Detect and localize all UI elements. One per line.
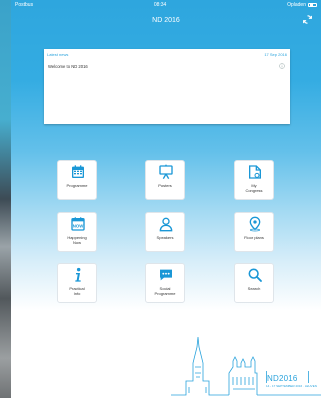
tile-practical-info[interactable]: Practical Info bbox=[57, 263, 97, 303]
tile-label: Search bbox=[247, 286, 261, 291]
info-icon bbox=[75, 267, 81, 282]
refresh-icon[interactable] bbox=[302, 14, 313, 25]
tile-label: Speakers bbox=[156, 235, 174, 240]
search-icon bbox=[248, 268, 262, 282]
nav-bar: ND 2016 bbox=[11, 9, 321, 31]
carrier-label: Postbus bbox=[15, 2, 33, 8]
tile-label: Programme bbox=[66, 183, 88, 188]
svg-text:NOW: NOW bbox=[73, 223, 84, 228]
tile-label: Social Programme bbox=[154, 286, 176, 296]
news-header: Latest news 17 Sep 2016 bbox=[47, 52, 287, 58]
clock: 08:34 bbox=[153, 1, 167, 8]
tile-speakers[interactable]: Speakers bbox=[145, 212, 185, 252]
app-window: Postbus 08:34 Opladen ND 2016 Latest new… bbox=[11, 0, 321, 398]
tile-label: Practical Info bbox=[69, 286, 85, 296]
carrier-text: Postbus bbox=[15, 1, 34, 8]
chat-icon bbox=[160, 269, 172, 281]
news-card[interactable]: Latest news 17 Sep 2016 Welcome to ND 20… bbox=[44, 49, 290, 124]
news-date: 17 Sep 2016 bbox=[264, 52, 287, 57]
battery-icon bbox=[308, 2, 317, 7]
event-logo: ND2016 bbox=[267, 374, 298, 383]
tile-label: Posters bbox=[158, 183, 172, 188]
calendar-now-icon: NOW bbox=[71, 217, 85, 231]
leuven-skyline-illustration bbox=[171, 336, 321, 396]
event-logo-subtitle: 14 - 17 SEPTEMBER 2016 · LEUVEN bbox=[266, 384, 317, 388]
map-pin-icon bbox=[249, 216, 261, 232]
tile-posters[interactable]: Posters bbox=[145, 160, 185, 200]
page-title: ND 2016 bbox=[152, 16, 180, 24]
calendar-icon bbox=[72, 165, 84, 178]
person-icon bbox=[159, 217, 173, 232]
tile-floor-plans[interactable]: Floor plans bbox=[234, 212, 274, 252]
tile-label: My Congress bbox=[245, 183, 263, 193]
tile-label: Happening Now bbox=[67, 235, 87, 245]
tile-programme[interactable]: Programme bbox=[57, 160, 97, 200]
easel-icon bbox=[159, 164, 173, 179]
tile-happening-now[interactable]: NOW Happening Now bbox=[57, 212, 97, 252]
folder-icon bbox=[249, 165, 261, 179]
tile-label: Floor plans bbox=[244, 235, 264, 240]
battery-label: Opladen bbox=[287, 1, 306, 8]
screen: Postbus 08:34 Opladen ND 2016 Latest new… bbox=[0, 0, 321, 398]
info-circle-icon[interactable] bbox=[279, 63, 285, 69]
background-photo-strip bbox=[0, 0, 11, 398]
status-right: Opladen bbox=[287, 2, 317, 8]
tile-social-programme[interactable]: Social Programme bbox=[145, 263, 185, 303]
news-message: Welcome to ND 2016 bbox=[48, 64, 88, 69]
tile-search[interactable]: Search bbox=[234, 263, 274, 303]
tile-my-congress[interactable]: My Congress bbox=[234, 160, 274, 200]
status-bar: Postbus 08:34 Opladen bbox=[11, 0, 321, 9]
news-header-title: Latest news bbox=[47, 52, 69, 57]
